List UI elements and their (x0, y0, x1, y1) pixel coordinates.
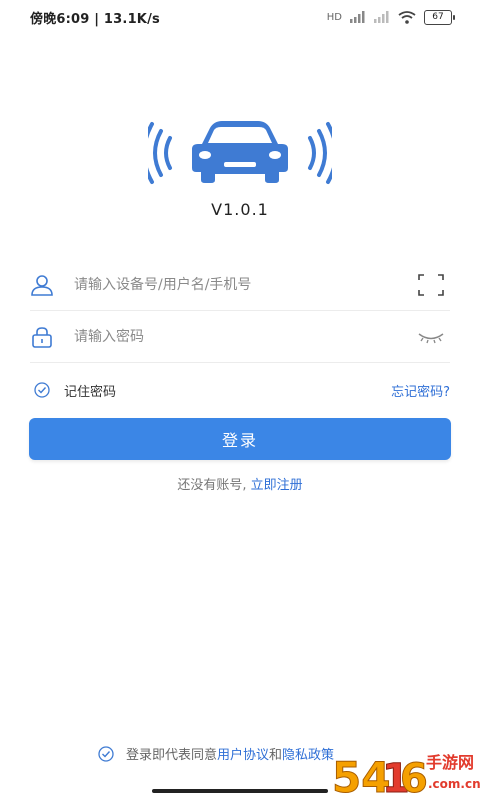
status-time-speed: 傍晚6:09 | 13.1K/s (30, 11, 160, 27)
svg-text:手游网: 手游网 (426, 753, 474, 772)
wifi-icon (398, 10, 416, 24)
username-field-row (30, 260, 450, 311)
agreement-and: 和 (269, 748, 283, 763)
login-button[interactable]: 登录 (29, 418, 451, 460)
svg-text:.com.cn: .com.cn (428, 777, 480, 791)
check-circle-icon[interactable] (34, 382, 50, 398)
car-signal-logo-icon (148, 121, 332, 184)
register-link[interactable]: 立即注册 (251, 478, 303, 493)
agreement-row: 登录即代表同意用户协议和隐私政策 (98, 744, 334, 763)
username-input[interactable] (72, 276, 396, 294)
lock-icon (30, 325, 54, 349)
user-icon (30, 273, 54, 297)
battery-level: 67 (432, 12, 444, 22)
agreement-check-icon[interactable] (98, 745, 114, 762)
status-bar: 傍晚6:09 | 13.1K/s HD 67 (0, 0, 480, 34)
svg-text:6: 6 (400, 756, 428, 800)
password-input[interactable] (72, 328, 396, 346)
signal-weak-icon (374, 11, 389, 23)
hd-label: HD (326, 11, 342, 23)
privacy-policy-link[interactable]: 隐私政策 (282, 748, 334, 763)
home-indicator[interactable] (152, 789, 328, 793)
battery-icon: 67 (424, 9, 455, 25)
remember-password-toggle[interactable]: 记住密码 (34, 381, 116, 400)
app-version: V1.0.1 (211, 200, 269, 219)
forgot-password-link[interactable]: 忘记密码? (391, 381, 450, 400)
signal-icon (350, 11, 365, 23)
agreement-prefix: 登录即代表同意 (126, 748, 218, 763)
site-watermark-logo: 54 1 6 手游网 .com.cn (332, 753, 480, 800)
remember-password-label: 记住密码 (64, 384, 117, 400)
register-row: 还没有账号, 立即注册 (0, 474, 480, 493)
scan-icon[interactable] (416, 273, 446, 297)
eye-closed-icon[interactable] (416, 325, 446, 349)
remember-row: 记住密码 忘记密码? (34, 378, 450, 402)
password-field-row (30, 312, 450, 363)
register-prompt: 还没有账号, (177, 478, 247, 493)
status-icons: HD 67 (326, 9, 455, 25)
user-agreement-link[interactable]: 用户协议 (217, 748, 269, 763)
